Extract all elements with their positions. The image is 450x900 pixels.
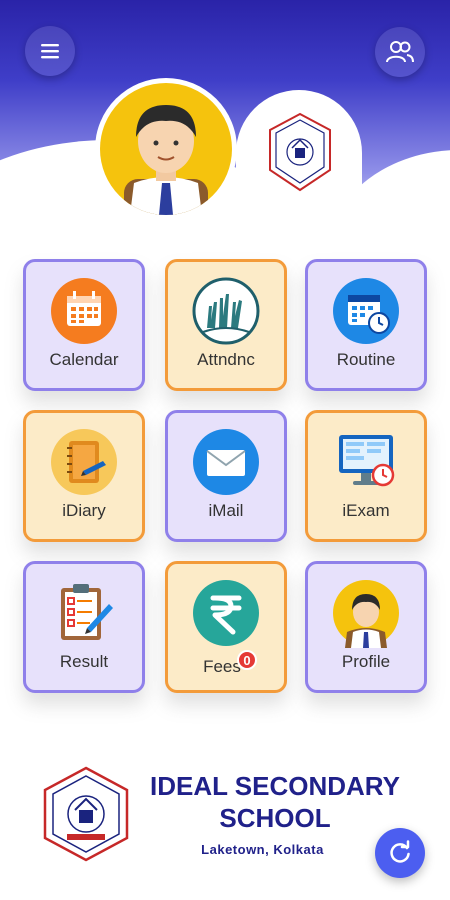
diary-icon [51, 429, 117, 495]
iexam-tile[interactable]: iExam [305, 410, 427, 542]
switch-user-button[interactable] [375, 27, 425, 77]
school-name: IDEAL SECONDARY SCHOOL [130, 770, 420, 834]
profile-icon [333, 580, 399, 648]
calendar-label: Calendar [49, 350, 119, 369]
attendance-label: Attndnc [197, 350, 255, 369]
refresh-button[interactable] [375, 828, 425, 878]
routine-tile[interactable]: Routine [305, 259, 427, 391]
attendance-tile[interactable]: Attndnc [165, 259, 287, 391]
imail-tile[interactable]: iMail [165, 410, 287, 542]
routine-label: Routine [336, 350, 396, 369]
menu-button[interactable] [25, 26, 75, 76]
school-name-line1: IDEAL SECONDARY [150, 771, 400, 801]
student-avatar-icon [124, 105, 208, 215]
imail-label: iMail [208, 501, 244, 520]
iexam-label: iExam [342, 501, 390, 520]
profile-tile[interactable]: Profile [305, 561, 427, 693]
idiary-tile[interactable]: iDiary [23, 410, 145, 542]
result-tile[interactable]: Result [23, 561, 145, 693]
users-icon [386, 41, 414, 63]
school-crest-icon [269, 112, 331, 192]
result-label: Result [59, 652, 109, 671]
fees-label: Fees [203, 657, 241, 676]
student-avatar[interactable] [95, 78, 237, 220]
calendar-icon [51, 278, 117, 344]
menu-icon [41, 44, 59, 59]
exam-icon [339, 435, 395, 487]
clipboard-icon [61, 584, 113, 640]
school-crest-icon [43, 766, 129, 862]
idiary-label: iDiary [62, 501, 106, 520]
fees-tile[interactable]: Fees 0 [165, 561, 287, 693]
school-name-line2: SCHOOL [219, 803, 331, 833]
raised-hands-icon [192, 277, 260, 345]
school-location: Laketown, Kolkata [201, 842, 324, 857]
header-base [0, 200, 450, 230]
profile-label: Profile [341, 652, 391, 671]
feature-grid: Calendar Attndnc Routine iDiary iMail iE… [22, 259, 428, 699]
mail-icon [193, 429, 259, 495]
routine-icon [333, 278, 399, 344]
rupee-icon [193, 580, 259, 646]
calendar-tile[interactable]: Calendar [23, 259, 145, 391]
fees-notification-badge: 0 [237, 650, 257, 670]
refresh-icon [390, 840, 410, 863]
